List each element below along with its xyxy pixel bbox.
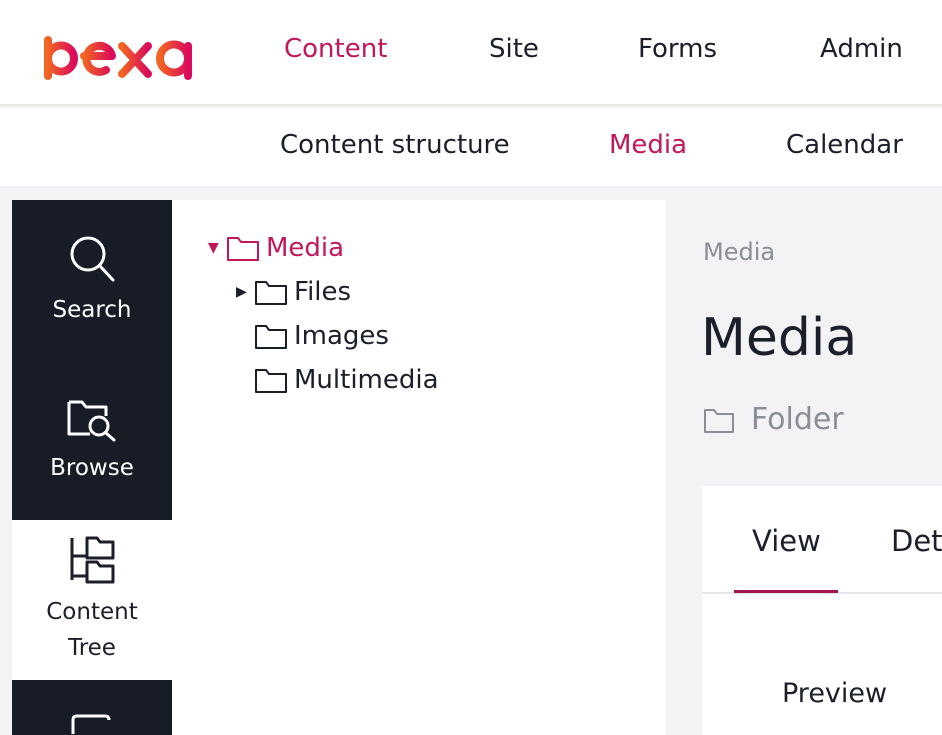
- breadcrumb[interactable]: Media: [703, 238, 775, 266]
- search-icon: [68, 234, 116, 284]
- tree-node-label: Media: [266, 233, 345, 263]
- tab-view[interactable]: View: [752, 524, 821, 558]
- folder-icon: [254, 278, 288, 306]
- content-tabs: View Det: [702, 486, 942, 594]
- content-tree-tool-button[interactable]: Content Tree: [12, 520, 172, 680]
- browse-tool-button[interactable]: Browse: [12, 360, 172, 520]
- sub-navigation-bar: Content structure Media Calendar: [0, 108, 942, 186]
- folder-icon: [254, 366, 288, 394]
- sub-nav-calendar[interactable]: Calendar: [786, 130, 903, 160]
- content-tree-panel: ▼ Media ▶ Files Images Multimedia: [172, 200, 666, 735]
- browse-folder-icon: [66, 394, 118, 442]
- tab-details[interactable]: Det: [891, 524, 942, 558]
- tree-node-label: Files: [294, 277, 352, 307]
- expand-triangle-icon[interactable]: ▶: [236, 284, 254, 300]
- main-nav-admin[interactable]: Admin: [820, 34, 903, 64]
- content-type-text: Folder: [751, 402, 844, 437]
- preview-section-title: Preview: [782, 678, 888, 709]
- collapse-triangle-icon[interactable]: ▼: [208, 240, 226, 256]
- content-type-label: Folder: [703, 402, 844, 437]
- ibexa-logo[interactable]: [26, 36, 204, 82]
- sub-nav-media[interactable]: Media: [609, 130, 687, 160]
- tree-node-label: Images: [294, 321, 389, 351]
- search-tool-button[interactable]: Search: [12, 200, 172, 360]
- folder-icon: [254, 322, 288, 350]
- bookmarks-tool-button[interactable]: [12, 680, 172, 735]
- active-tab-indicator: [734, 590, 838, 593]
- main-nav-forms[interactable]: Forms: [638, 34, 717, 64]
- tree-node-multimedia[interactable]: Multimedia: [254, 362, 439, 398]
- sub-nav-content-structure[interactable]: Content structure: [280, 130, 510, 160]
- tree-node-label: Multimedia: [294, 365, 439, 395]
- content-tree-tool-label-line1: Content: [46, 599, 138, 625]
- content-tree-icon: [67, 536, 117, 584]
- folder-icon: [704, 408, 734, 433]
- page-title: Media: [701, 308, 858, 368]
- content-details-card: View Det Preview: [702, 486, 942, 735]
- top-navigation-bar: Content Site Forms Admin: [0, 0, 942, 106]
- tree-node-media[interactable]: ▼ Media: [208, 230, 344, 266]
- bookmark-icon: [67, 714, 117, 735]
- tree-node-files[interactable]: ▶ Files: [236, 274, 351, 310]
- browse-tool-label: Browse: [50, 455, 134, 481]
- main-nav-site[interactable]: Site: [489, 34, 539, 64]
- search-tool-label: Search: [52, 297, 132, 323]
- folder-icon: [226, 234, 260, 262]
- left-tool-sidebar: Search Browse Content Tree: [12, 200, 172, 735]
- content-tree-tool-label-line2: Tree: [68, 635, 116, 661]
- tree-node-images[interactable]: Images: [254, 318, 389, 354]
- main-nav-content[interactable]: Content: [284, 34, 387, 64]
